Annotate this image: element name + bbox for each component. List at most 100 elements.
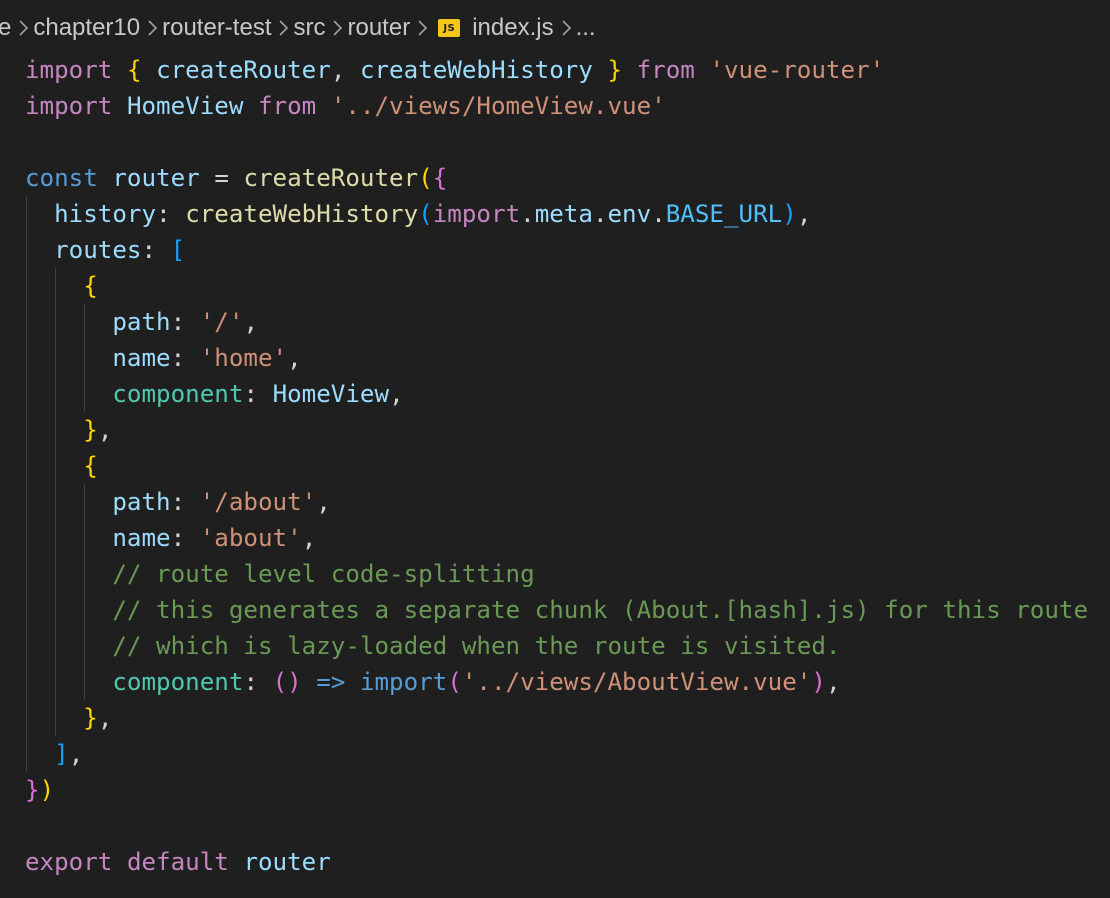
breadcrumb-item-router-test[interactable]: router-test [162, 14, 271, 42]
indent-guide [55, 664, 57, 700]
indent-guide [55, 556, 57, 592]
code-token: , [301, 524, 317, 552]
code-token: import [25, 92, 113, 120]
code-line[interactable]: ], [0, 736, 1110, 772]
indent-guide [55, 376, 57, 412]
chevron-right-icon [410, 19, 434, 37]
code-line[interactable]: routes: [ [0, 232, 1110, 268]
code-token: ( [418, 200, 433, 228]
code-line[interactable]: import HomeView from '../views/HomeView.… [0, 88, 1110, 124]
code-line[interactable]: // route level code-splitting [0, 556, 1110, 592]
code-token: { [126, 56, 142, 84]
code-line[interactable]: }, [0, 700, 1110, 736]
indent-guide [26, 520, 27, 556]
indent-guide [26, 664, 27, 700]
code-token: HomeView [126, 92, 244, 120]
indent-guide [55, 628, 57, 664]
code-line[interactable]: export default router [0, 844, 1110, 880]
code-line[interactable] [0, 808, 1110, 844]
code-token: '/' [199, 308, 244, 336]
code-editor[interactable]: import { createRouter, createWebHistory … [0, 52, 1110, 880]
code-line[interactable]: }) [0, 772, 1110, 808]
code-token: { [83, 272, 98, 300]
breadcrumb-item-router[interactable]: router [347, 14, 410, 42]
code-token: const [25, 164, 98, 192]
breadcrumb-item-symbols[interactable]: ... [576, 14, 596, 42]
code-token: createWebHistory [185, 200, 419, 228]
code-line[interactable]: path: '/about', [0, 484, 1110, 520]
indent-guide [55, 700, 57, 736]
code-token: from [636, 56, 695, 84]
breadcrumb-item-src[interactable]: src [293, 14, 325, 42]
indent-guide [26, 340, 27, 376]
code-line[interactable]: component: () => import('../views/AboutV… [0, 664, 1110, 700]
code-line[interactable]: { [0, 448, 1110, 484]
indent-guide [26, 736, 27, 772]
code-token: , [287, 344, 302, 372]
indent-guide [55, 484, 57, 520]
code-token: router [243, 848, 331, 876]
code-token: . [520, 200, 535, 228]
indent-guide [26, 628, 27, 664]
code-token: BASE_URL [665, 200, 783, 228]
code-line[interactable]: // this generates a separate chunk (Abou… [0, 592, 1110, 628]
code-token: : [156, 200, 171, 228]
code-line[interactable]: { [0, 268, 1110, 304]
code-line[interactable]: history: createWebHistory(import.meta.en… [0, 196, 1110, 232]
code-token: } [25, 776, 40, 804]
code-line[interactable]: path: '/', [0, 304, 1110, 340]
code-token: name [112, 524, 171, 552]
indent-guide [84, 556, 86, 592]
code-line[interactable]: const router = createRouter({ [0, 160, 1110, 196]
chevron-right-icon [325, 19, 349, 37]
code-token: routes [54, 236, 142, 264]
code-token: => [316, 668, 346, 696]
code-line[interactable]: name: 'about', [0, 520, 1110, 556]
indent-guide [26, 700, 27, 736]
indent-guide [84, 376, 86, 412]
code-token: } [83, 704, 98, 732]
code-token: history [54, 200, 157, 228]
javascript-file-icon: JS [438, 19, 461, 37]
indent-guide [55, 592, 57, 628]
code-token: createRouter [243, 164, 419, 192]
code-comment: // which is lazy-loaded when the route i… [112, 632, 841, 660]
code-line[interactable]: name: 'home', [0, 340, 1110, 376]
code-line[interactable]: }, [0, 412, 1110, 448]
code-token: component [112, 668, 244, 696]
code-token: 'home' [199, 344, 288, 372]
code-token: createRouter [156, 56, 331, 84]
indent-guide [55, 304, 57, 340]
code-token: [ [170, 236, 186, 264]
breadcrumb-item-chapter10[interactable]: chapter10 [33, 14, 140, 42]
code-token: '../views/AboutView.vue' [461, 668, 812, 696]
code-token: , [97, 416, 113, 444]
code-token: import [359, 668, 448, 696]
code-line[interactable]: component: HomeView, [0, 376, 1110, 412]
code-line[interactable]: import { createRouter, createWebHistory … [0, 52, 1110, 88]
code-line[interactable]: // which is lazy-loaded when the route i… [0, 628, 1110, 664]
code-token: ) [39, 776, 55, 804]
code-token: 'vue-router' [709, 56, 885, 84]
code-comment: // this generates a separate chunk (Abou… [112, 596, 1089, 624]
code-token: default [126, 848, 229, 876]
code-token: from [258, 92, 317, 120]
code-token: ) [287, 668, 302, 696]
chevron-right-icon [554, 19, 578, 37]
breadcrumb-item-parent[interactable]: e [0, 14, 11, 42]
code-line[interactable] [0, 124, 1110, 160]
breadcrumb-item-file[interactable]: index.js [472, 14, 553, 42]
code-token: : [170, 344, 186, 372]
